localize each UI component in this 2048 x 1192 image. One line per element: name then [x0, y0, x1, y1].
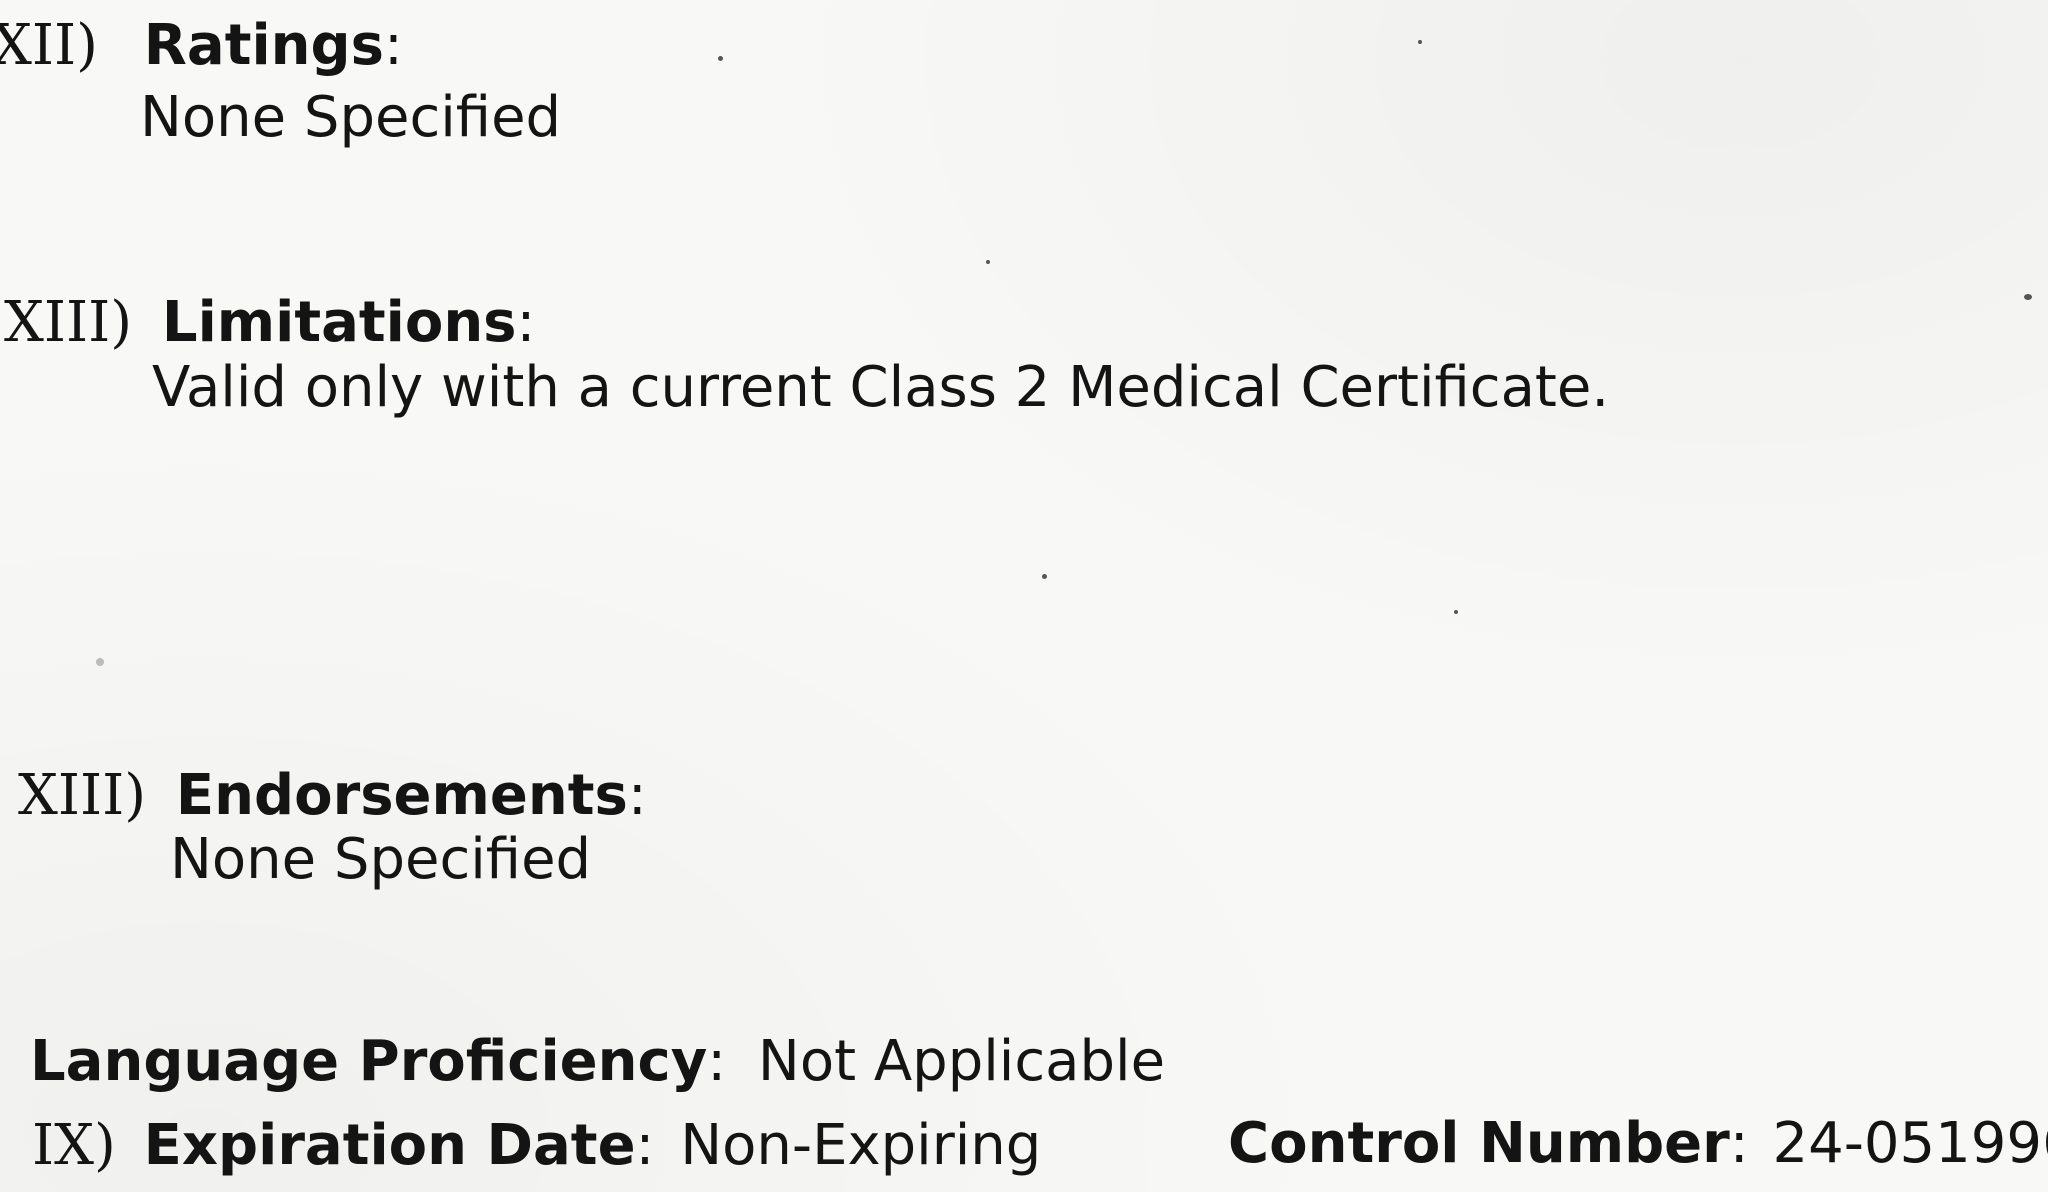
limitations-value: Valid only with a current Class 2 Medica…	[152, 355, 1610, 420]
limitations-label: Limitations	[161, 290, 517, 355]
language-proficiency-label: Language Proficiency	[30, 1029, 708, 1094]
language-proficiency-value: Not Applicable	[757, 1029, 1166, 1094]
control-number-colon: :	[1729, 1111, 1749, 1176]
expiration-date-line: IX) Expiration Date: Non-Expiring	[32, 1118, 1041, 1174]
control-number-value: 24-051996	[1772, 1111, 2048, 1176]
expiration-date-label: Expiration Date	[143, 1113, 636, 1178]
scan-speck	[96, 658, 104, 666]
endorsements-colon: :	[627, 763, 647, 828]
scan-speck	[2024, 294, 2032, 300]
language-proficiency-colon: :	[707, 1029, 727, 1094]
expiration-date-value: Non-Expiring	[680, 1113, 1042, 1178]
ratings-colon: :	[383, 13, 403, 78]
ratings-value: None Specified	[140, 85, 562, 150]
scan-speck	[986, 260, 990, 264]
limitations-numeral: XIII)	[4, 290, 133, 355]
scan-speck	[718, 56, 723, 61]
endorsements-numeral: XIII)	[18, 763, 147, 828]
language-proficiency-line: Language Proficiency: Not Applicable	[30, 1034, 1165, 1090]
limitations-colon: :	[516, 290, 536, 355]
ratings-label: Ratings	[143, 13, 384, 78]
endorsements-heading: XIII) Endorsements:	[18, 768, 647, 824]
ratings-heading: XII) Ratings:	[0, 18, 403, 74]
endorsements-label: Endorsements	[175, 763, 628, 828]
expiration-date-numeral: IX)	[32, 1113, 116, 1178]
control-number-line: Control Number: 24-051996	[1228, 1116, 2048, 1172]
control-number-label: Control Number	[1228, 1111, 1730, 1176]
endorsements-value: None Specified	[170, 827, 592, 892]
scan-speck	[1454, 610, 1458, 614]
document-page: XII) Ratings: None Specified XIII) Limit…	[0, 0, 2048, 1192]
limitations-heading: XIII) Limitations:	[4, 295, 535, 351]
scan-speck	[1042, 574, 1047, 579]
ratings-numeral: XII)	[0, 13, 98, 78]
expiration-date-colon: :	[635, 1113, 655, 1178]
scan-speck	[1418, 40, 1422, 44]
